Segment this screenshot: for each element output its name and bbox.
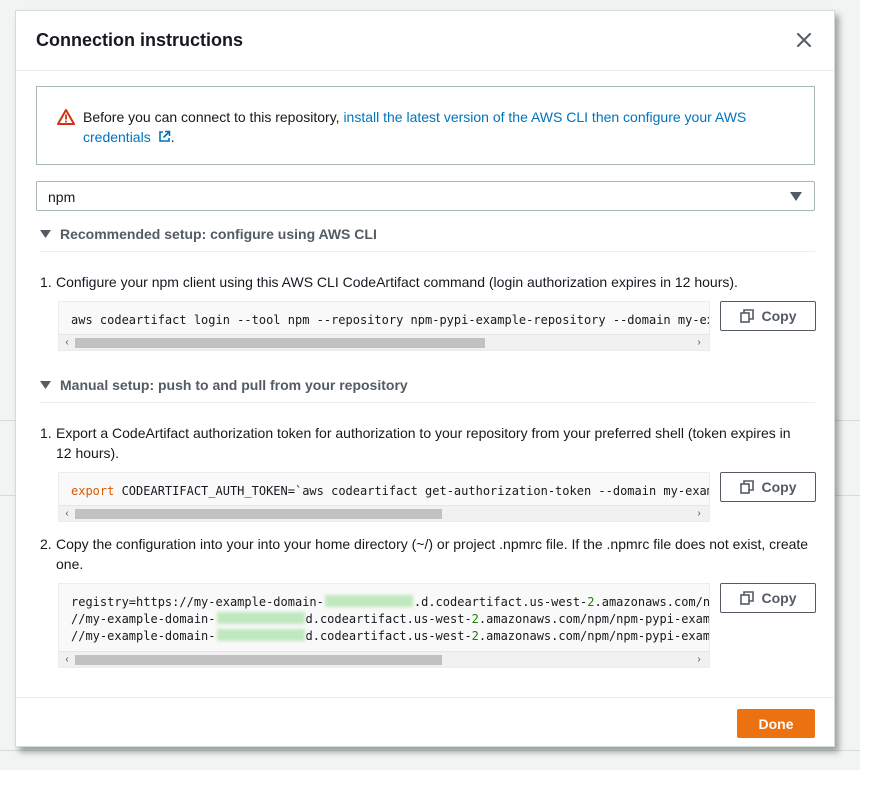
code-line: aws codeartifact login --tool npm --repo… [71,313,710,327]
warning-alert: Before you can connect to this repositor… [36,86,815,165]
alert-text-before: Before you can connect to this repositor… [83,109,340,125]
code-block-login[interactable]: aws codeartifact login --tool npm --repo… [58,301,710,351]
connection-instructions-modal: Connection instructions Before you can c… [15,10,835,747]
scroll-thumb[interactable] [75,509,442,519]
manual-step-1: 1. Export a CodeArtifact authorization t… [40,423,810,463]
caret-down-icon [40,230,51,238]
close-icon [797,33,811,47]
package-manager-select[interactable]: npm [36,181,815,211]
recommended-setup-heading: Recommended setup: configure using AWS C… [60,226,377,242]
scroll-right-arrow[interactable]: › [693,508,705,520]
scroll-left-arrow[interactable]: ‹ [61,337,73,349]
manual-setup-header[interactable]: Manual setup: push to and pull from your… [40,377,815,403]
code-block-export-token[interactable]: export CODEARTIFACT_AUTH_TOKEN=`aws code… [58,472,710,522]
external-link-icon [158,130,170,142]
manual-setup-heading: Manual setup: push to and pull from your… [60,377,408,393]
copy-icon [739,309,754,323]
horizontal-scrollbar[interactable]: ‹ › [59,334,709,350]
scroll-thumb[interactable] [75,655,442,665]
copy-npmrc-config-button[interactable]: Copy [720,583,816,613]
scroll-right-arrow[interactable]: › [693,337,705,349]
caret-down-icon [790,192,802,201]
step-description: Configure your npm client using this AWS… [56,274,738,290]
done-button[interactable]: Done [737,709,815,738]
alert-message: Before you can connect to this repositor… [83,107,793,147]
code-line: //my-example-domain-d.codeartifact.us-we… [71,612,710,626]
scroll-left-arrow[interactable]: ‹ [61,654,73,666]
scroll-thumb[interactable] [75,338,485,348]
background-divider [0,750,860,751]
caret-down-icon [40,381,51,389]
recommended-setup-header[interactable]: Recommended setup: configure using AWS C… [40,226,815,252]
copy-login-command-button[interactable]: Copy [720,301,816,331]
copy-export-token-button[interactable]: Copy [720,472,816,502]
step-description: Copy the configuration into your into yo… [56,536,809,572]
close-button[interactable] [792,28,816,52]
horizontal-scrollbar[interactable]: ‹ › [59,651,709,667]
code-block-npmrc-config[interactable]: registry=https://my-example-domain- .d.co… [58,583,710,668]
redacted-text [216,629,305,641]
code-keyword: export [71,484,115,498]
code-line: //my-example-domain-d.codeartifact.us-we… [71,629,710,643]
copy-icon [739,480,754,494]
warning-icon [57,109,75,125]
modal-header: Connection instructions [16,11,834,71]
recommended-step-1: 1. Configure your npm client using this … [40,272,810,292]
manual-step-2: 2. Copy the configuration into your into… [40,536,809,572]
copy-icon [739,591,754,605]
code-line: registry=https://my-example-domain- .d.co… [71,595,710,609]
scroll-left-arrow[interactable]: ‹ [61,508,73,520]
code-line: export CODEARTIFACT_AUTH_TOKEN=`aws code… [71,484,710,498]
redacted-text [216,612,305,624]
step-description: Export a CodeArtifact authorization toke… [56,425,791,461]
redacted-text [324,595,413,607]
scroll-right-arrow[interactable]: › [693,654,705,666]
horizontal-scrollbar[interactable]: ‹ › [59,505,709,521]
modal-footer: Done [16,697,834,747]
select-value: npm [48,189,76,205]
npmrc-code: registry=https://my-example-domain- .d.co… [71,594,710,645]
alert-text-after: . [170,129,175,145]
modal-title: Connection instructions [36,30,243,50]
